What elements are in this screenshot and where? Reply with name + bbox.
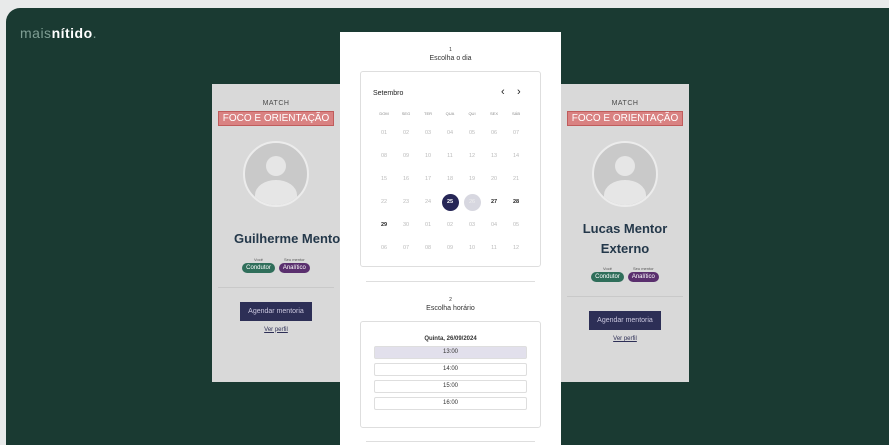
schedule-mentoring-button[interactable]: Agendar mentoria bbox=[240, 301, 312, 321]
role-you-badge: Condutor bbox=[591, 272, 624, 282]
calendar-day: 06 bbox=[380, 245, 388, 251]
calendar-day: 11 bbox=[447, 153, 453, 159]
calendar-day: 20 bbox=[490, 176, 498, 182]
chevron-left-icon[interactable]: ‹ bbox=[501, 86, 505, 98]
avatar bbox=[243, 141, 309, 207]
calendar-day: 16 bbox=[402, 176, 410, 182]
avatar bbox=[592, 141, 658, 207]
weekday-label: SÁB bbox=[511, 111, 520, 116]
calendar-day: 08 bbox=[380, 153, 388, 159]
calendar-day: 04 bbox=[446, 130, 454, 136]
step-number: 2 bbox=[449, 297, 452, 303]
view-profile-link[interactable]: Ver perfil bbox=[212, 327, 340, 333]
calendar: Setembro ‹ › DOM SEG TER QUA QUI SEX SÁB 01 02 0… bbox=[360, 71, 541, 267]
scheduling-modal: 1 Escolha o dia Setembro ‹ › DOM SEG TER QU… bbox=[340, 32, 561, 445]
calendar-grid: 01 02 03 04 05 06 07 08 09 10 11 12 13 14 15 16 17 18 19 20… bbox=[373, 125, 527, 263]
calendar-day: 19 bbox=[468, 176, 476, 182]
time-slot-button[interactable]: 16:00 bbox=[374, 397, 527, 410]
calendar-day: 07 bbox=[402, 245, 410, 251]
calendar-day[interactable]: 27 bbox=[486, 194, 503, 211]
chevron-right-icon[interactable]: › bbox=[517, 86, 521, 98]
calendar-day: 12 bbox=[512, 245, 520, 251]
divider bbox=[567, 296, 683, 297]
calendar-day: 03 bbox=[424, 130, 432, 136]
time-slot-button[interactable]: 13:00 bbox=[374, 346, 527, 359]
calendar-day[interactable]: 29 bbox=[376, 217, 393, 234]
calendar-day: 11 bbox=[491, 245, 497, 251]
calendar-day[interactable]: 26 bbox=[463, 194, 481, 211]
schedule-mentoring-button[interactable]: Agendar mentoria bbox=[589, 311, 661, 330]
divider bbox=[218, 286, 334, 288]
weekday-label: SEX bbox=[489, 111, 498, 116]
calendar-day: 03 bbox=[468, 222, 476, 228]
calendar-month: Setembro bbox=[373, 90, 404, 97]
calendar-day: 08 bbox=[424, 245, 432, 251]
step-title: Escolha o dia bbox=[429, 55, 472, 62]
calendar-day: 01 bbox=[380, 130, 388, 136]
focus-badge: FOCO E ORIENTAÇÃO bbox=[566, 111, 684, 126]
weekday-label: TER bbox=[424, 111, 432, 116]
time-slot-button[interactable]: 14:00 bbox=[374, 363, 527, 376]
calendar-day: 01 bbox=[424, 222, 432, 228]
calendar-day: 30 bbox=[402, 222, 410, 228]
weekday-label: QUI bbox=[468, 111, 476, 116]
divider bbox=[366, 441, 535, 442]
role-mentor-badge: Analítico bbox=[627, 272, 659, 282]
calendar-day: 17 bbox=[424, 176, 432, 182]
calendar-day: 18 bbox=[446, 176, 454, 182]
role-mentor-badge: Analítico bbox=[278, 262, 310, 273]
focus-badge: FOCO E ORIENTAÇÃO bbox=[217, 111, 335, 126]
mentor-card: MATCH FOCO E ORIENTAÇÃO Guilherme Mentor… bbox=[212, 84, 340, 382]
mentor-name: Guilherme Mentor bbox=[234, 231, 340, 246]
calendar-day: 09 bbox=[402, 153, 410, 159]
calendar-day: 15 bbox=[380, 176, 388, 182]
role-you-badge: Condutor bbox=[242, 262, 275, 273]
brand-logo: maisnítido. bbox=[20, 25, 98, 41]
match-label: MATCH bbox=[611, 100, 639, 107]
calendar-day: 24 bbox=[424, 199, 432, 205]
calendar-day[interactable]: 25 bbox=[441, 194, 459, 211]
weekday-label: QUA bbox=[445, 111, 455, 116]
calendar-day[interactable]: 28 bbox=[508, 194, 525, 211]
calendar-day: 21 bbox=[512, 176, 520, 182]
calendar-day: 10 bbox=[468, 245, 476, 251]
calendar-day: 04 bbox=[490, 222, 498, 228]
time-slots: Quinta, 26/09/2024 13:00 14:00 15:00 16:00 bbox=[360, 321, 541, 428]
mentor-card: MATCH FOCO E ORIENTAÇÃO Lucas Mentor Ext… bbox=[561, 84, 689, 382]
calendar-day: 02 bbox=[446, 222, 454, 228]
calendar-day: 05 bbox=[468, 130, 476, 136]
view-profile-link[interactable]: Ver perfil bbox=[561, 336, 689, 342]
calendar-day: 05 bbox=[512, 222, 520, 228]
weekday-header: DOM SEG TER QUA QUI SEX SÁB bbox=[373, 111, 527, 116]
calendar-day: 23 bbox=[402, 199, 410, 205]
weekday-label: SEG bbox=[401, 111, 411, 116]
step-number: 1 bbox=[449, 47, 452, 53]
calendar-day: 22 bbox=[380, 199, 388, 205]
calendar-day: 12 bbox=[468, 153, 476, 159]
calendar-day: 02 bbox=[402, 130, 410, 136]
calendar-day: 09 bbox=[446, 245, 454, 251]
calendar-day: 06 bbox=[490, 130, 498, 136]
match-label: MATCH bbox=[262, 100, 290, 107]
divider bbox=[366, 281, 535, 282]
time-slot-button[interactable]: 15:00 bbox=[374, 380, 527, 393]
weekday-label: DOM bbox=[379, 111, 389, 116]
selected-date: Quinta, 26/09/2024 bbox=[424, 336, 477, 342]
step-title: Escolha horário bbox=[426, 305, 475, 312]
calendar-day: 10 bbox=[424, 153, 432, 159]
calendar-day: 13 bbox=[490, 153, 498, 159]
calendar-day: 07 bbox=[512, 130, 520, 136]
calendar-day: 14 bbox=[512, 153, 520, 159]
mentor-name: Lucas Mentor Externo bbox=[582, 221, 668, 256]
